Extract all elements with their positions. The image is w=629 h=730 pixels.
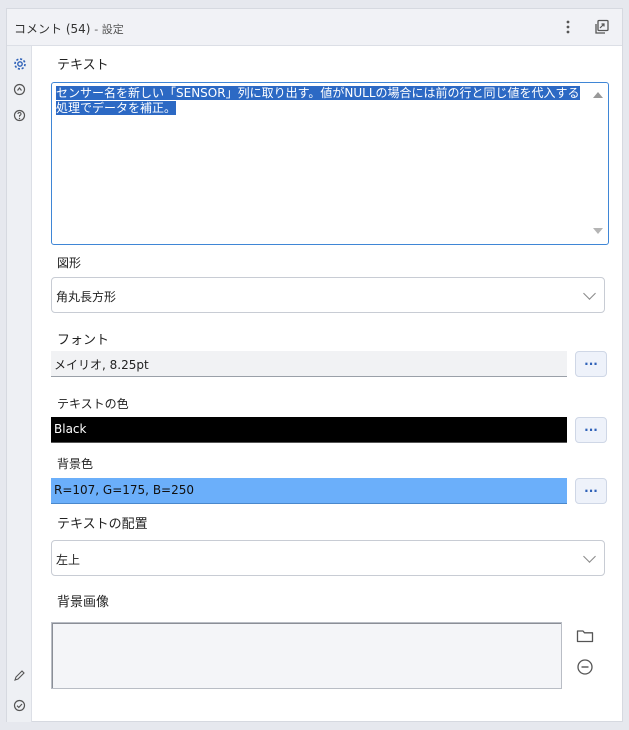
comment-text-area[interactable]: センサー名を新しい「SENSOR」列に取り出す。値がNULLの場合には前の行と同… bbox=[51, 82, 609, 245]
bg-color-label: 背景色 bbox=[57, 457, 94, 471]
settings-gear-icon[interactable] bbox=[11, 55, 28, 72]
panel-title-suffix: - 設定 bbox=[94, 23, 124, 36]
scroll-up-arrow-icon[interactable] bbox=[593, 92, 603, 98]
bg-image-label: 背景画像 bbox=[57, 595, 110, 610]
more-vertical-icon[interactable] bbox=[557, 16, 579, 38]
alignment-select-value: 左上 bbox=[56, 553, 81, 567]
annotation-icon[interactable] bbox=[11, 81, 28, 98]
help-icon[interactable] bbox=[11, 107, 28, 124]
alignment-label: テキストの配置 bbox=[57, 517, 148, 532]
bg-image-box bbox=[51, 622, 562, 689]
edit-pencil-icon[interactable] bbox=[11, 667, 28, 684]
panel-title: コメント (54) - 設定 bbox=[14, 20, 124, 37]
shape-label: 図形 bbox=[57, 256, 82, 270]
font-label: フォント bbox=[57, 333, 110, 348]
shape-select[interactable]: 角丸長方形 bbox=[51, 277, 605, 313]
remove-circle-icon[interactable] bbox=[573, 655, 597, 679]
popout-window-icon[interactable] bbox=[591, 16, 613, 38]
text-color-more-button[interactable]: ··· bbox=[575, 417, 607, 443]
shape-select-value: 角丸長方形 bbox=[56, 290, 117, 304]
configuration-panel: コメント (54) - 設定 テキスト センサー名を新しい「SENSOR」列に取… bbox=[6, 8, 623, 722]
check-circle-icon[interactable] bbox=[11, 697, 28, 714]
text-label: テキスト bbox=[57, 58, 109, 73]
folder-open-icon[interactable] bbox=[573, 623, 597, 647]
font-more-button[interactable]: ··· bbox=[575, 351, 607, 377]
text-color-value: Black bbox=[54, 422, 87, 436]
text-color-label: テキストの色 bbox=[57, 397, 129, 411]
font-field: メイリオ, 8.25pt bbox=[51, 351, 567, 377]
bg-color-swatch: R=107, G=175, B=250 bbox=[51, 478, 567, 504]
chevron-down-icon bbox=[583, 287, 596, 300]
text-area-scrollbar[interactable] bbox=[587, 84, 607, 243]
chevron-down-icon bbox=[583, 550, 596, 563]
bg-color-more-button[interactable]: ··· bbox=[575, 478, 607, 504]
font-value: メイリオ, 8.25pt bbox=[54, 358, 149, 372]
panel-header: コメント (54) - 設定 bbox=[7, 9, 622, 46]
alignment-select[interactable]: 左上 bbox=[51, 540, 605, 576]
side-rail bbox=[7, 46, 32, 722]
comment-text-value: センサー名を新しい「SENSOR」列に取り出す。値がNULLの場合には前の行と同… bbox=[56, 86, 580, 115]
scroll-down-arrow-icon[interactable] bbox=[593, 228, 603, 234]
bg-color-value: R=107, G=175, B=250 bbox=[54, 483, 195, 497]
panel-title-text: コメント (54) bbox=[14, 22, 91, 36]
text-color-swatch: Black bbox=[51, 417, 567, 443]
